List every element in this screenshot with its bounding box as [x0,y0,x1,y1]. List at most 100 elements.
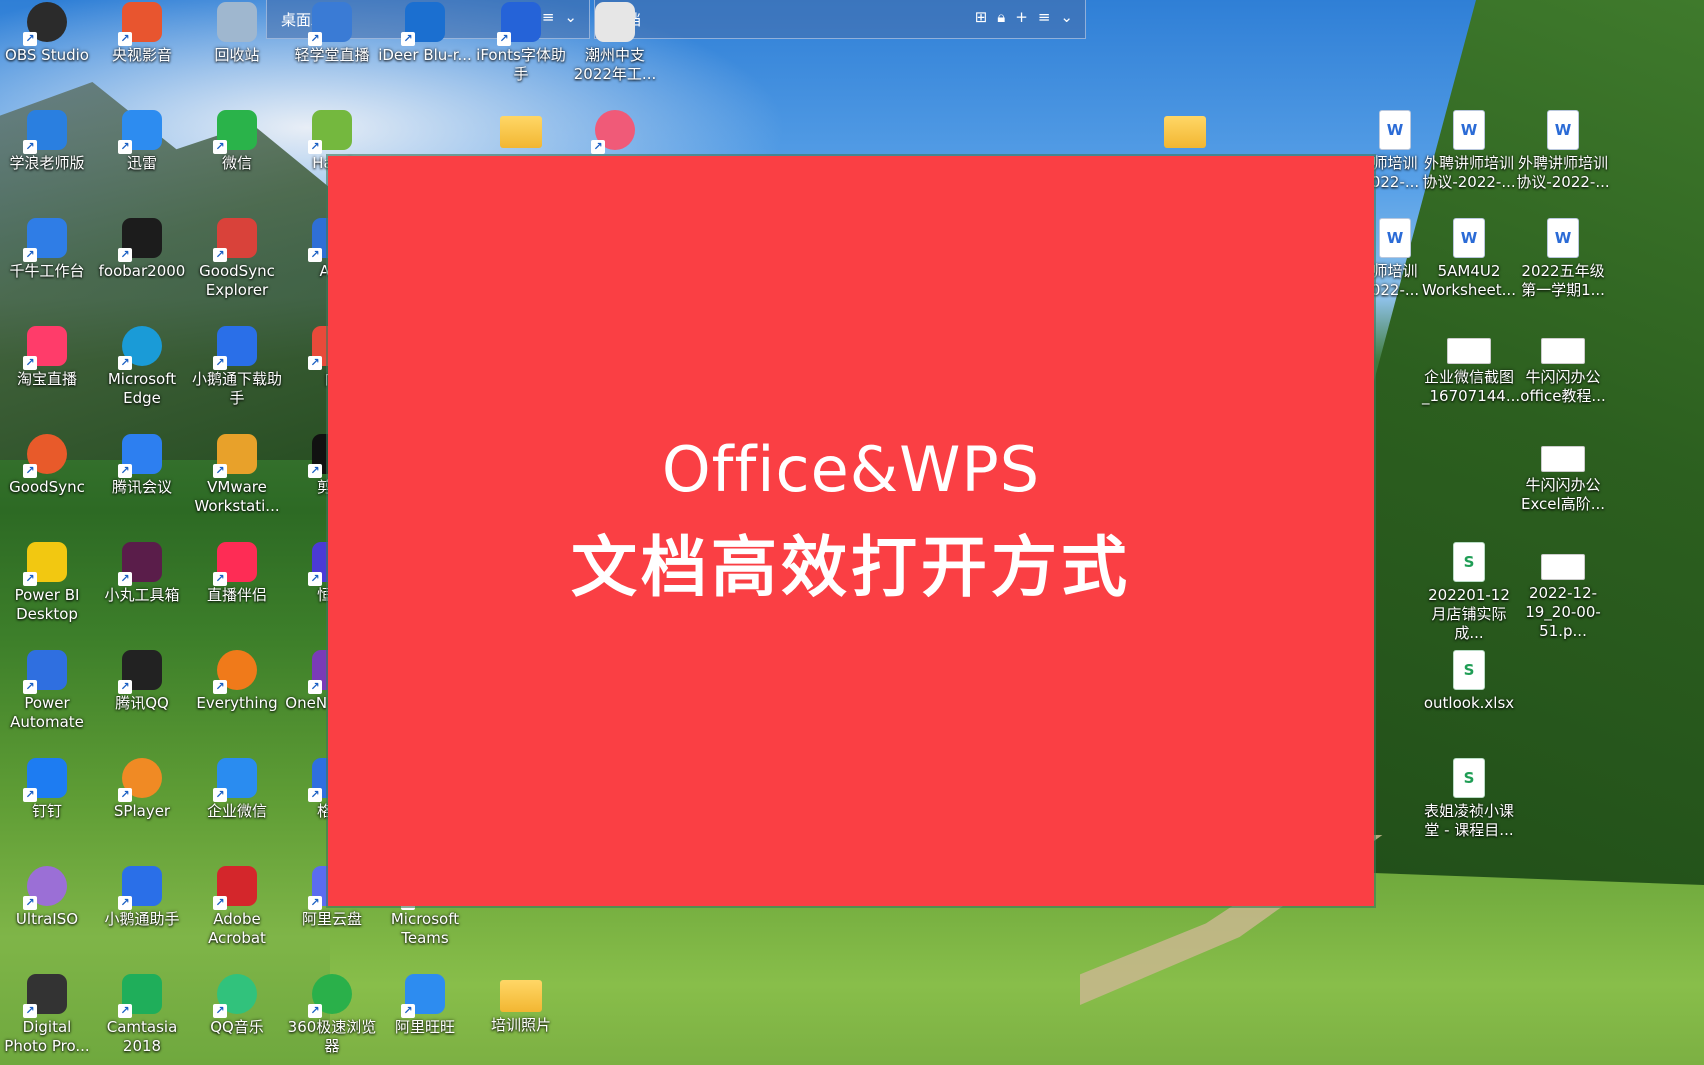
desktop-icon[interactable]: ↗ 小丸工具箱 [95,542,189,605]
desktop-icon-label: 千牛工作台 [9,262,85,280]
desktop-icon[interactable]: 培训照片 [474,974,568,1035]
desktop-icon-label: 外聘讲师培训协议-2022-... [1422,154,1516,191]
desktop-icon[interactable]: ↗ SPlayer [95,758,189,821]
desktop-icon[interactable]: ↗ 钉钉 [0,758,94,821]
desktop-icon[interactable]: ↗ OBS Studio [0,2,94,65]
goodsync-icon: ↗ [23,434,67,478]
aliwangwang-icon: ↗ [401,974,445,1018]
fence-documents[interactable]: 文档 ⊞ 🔒︎ + ≡ ⌄ [594,0,1086,39]
desktop-icon-label: VMware Workstati... [194,478,280,515]
desktop-icon[interactable]: ↗ 360极速浏览器 [285,974,379,1056]
desktop-icon-label: Microsoft Edge [107,370,177,407]
shortcut-arrow-icon: ↗ [118,356,132,370]
desktop-icon[interactable]: ↗ Digital Photo Pro... [0,974,94,1056]
shortcut-arrow-icon: ↗ [23,248,37,262]
shortcut-arrow-icon: ↗ [308,1004,322,1018]
dingtalk-icon: ↗ [23,758,67,802]
word-doc-icon: W [1547,110,1579,150]
desktop-icon[interactable]: W 5AM4U2 Worksheet... [1422,218,1516,300]
image-file-icon [1541,338,1585,364]
desktop-icon[interactable]: ↗ Power BI Desktop [0,542,94,624]
chevron-down-icon[interactable]: ⌄ [1060,8,1073,26]
menu-icon[interactable]: ≡ [1038,8,1051,26]
desktop-icon[interactable]: ↗ GoodSync [0,434,94,497]
desktop-icon[interactable]: ↗ 轻学堂直播 [285,2,379,65]
power-automate-icon: ↗ [23,650,67,694]
desktop-icon[interactable]: ↗ [568,110,662,154]
desktop-icon[interactable]: 潮州中支2022年工... [568,2,662,84]
desktop-icon-label: 外聘讲师培训协议-2022-... [1516,154,1610,191]
ultraiso-icon: ↗ [23,866,67,910]
desktop-icon[interactable]: ↗ Adobe Acrobat [190,866,284,948]
desktop-icon[interactable]: ↗ iDeer Blu-r... [378,2,472,65]
desktop-icon-label: GoodSync Explorer [199,262,275,299]
desktop-icon[interactable]: S 202201-12月店铺实际成... [1422,542,1516,643]
desktop-icon[interactable]: ↗ 小鹅通下载助手 [190,326,284,408]
shortcut-arrow-icon: ↗ [118,788,132,802]
word-doc-icon: W [1547,218,1579,258]
fence-controls[interactable]: ⊞ 🔒︎ + ≡ ⌄ [975,8,1073,26]
desktop-icon[interactable]: ↗ 央视影音 [95,2,189,65]
desktop-icon[interactable]: Soutlook.xlsx [1422,650,1516,713]
desktop-icon[interactable]: ↗ 淘宝直播 [0,326,94,389]
shortcut-arrow-icon: ↗ [213,248,227,262]
desktop-icon[interactable]: 2022-12-19_20-00-51.p... [1516,542,1610,641]
desktop-icon[interactable]: ↗ Microsoft Edge [95,326,189,408]
desktop-icon[interactable]: ↗ 企业微信 [190,758,284,821]
desktop-icon[interactable]: ↗ UltraISO [0,866,94,929]
plus-icon[interactable]: + [1015,8,1028,26]
desktop-icon[interactable]: W 2022五年级第一学期1... [1516,218,1610,300]
shortcut-arrow-icon: ↗ [213,788,227,802]
desktop-icon[interactable]: ↗ Everything [190,650,284,713]
grid-icon[interactable]: ⊞ [975,8,988,26]
desktop-icon-label: 5AM4U2 Worksheet... [1422,262,1516,299]
desktop-icon[interactable]: 回收站 [190,2,284,65]
desktop-icon[interactable]: ↗ 直播伴侣 [190,542,284,605]
qq-icon: ↗ [118,650,162,694]
acrobat-icon: ↗ [213,866,257,910]
desktop-icon[interactable]: 企业微信截图_16707144... [1422,326,1520,406]
desktop-icon-label: Microsoft Teams [390,910,460,947]
goodsync-explorer-icon: ↗ [213,218,257,262]
shortcut-arrow-icon: ↗ [118,1004,132,1018]
desktop-icon[interactable]: 牛闪闪办公office教程... [1516,326,1610,406]
desktop-icon[interactable]: ↗ Camtasia 2018 [95,974,189,1056]
desktop-icon-label: 腾讯QQ [115,694,169,712]
word-doc-icon: W [1453,110,1485,150]
desktop-icon[interactable]: ↗ 千牛工作台 [0,218,94,281]
desktop-icon[interactable]: ↗ VMware Workstati... [190,434,284,516]
desktop-icon[interactable]: ↗ 腾讯会议 [95,434,189,497]
desktop-icon-label: foobar2000 [98,262,186,280]
desktop-icon[interactable]: ↗ iFonts字体助手 [474,2,568,84]
desktop-icon[interactable]: ↗ foobar2000 [95,218,189,281]
foobar-icon: ↗ [118,218,162,262]
desktop-icon[interactable]: 牛闪闪办公Excel高阶... [1516,434,1610,514]
desktop-icon[interactable]: ↗ 微信 [190,110,284,173]
desktop-icon-label: 阿里云盘 [301,910,362,928]
desktop-icon[interactable]: ↗ QQ音乐 [190,974,284,1037]
desktop-icon[interactable]: S 表姐凌祯小课堂 - 课程目... [1422,758,1516,840]
desktop-icon[interactable]: W 外聘讲师培训协议-2022-... [1422,110,1516,192]
desktop-icon[interactable]: ↗ 迅雷 [95,110,189,173]
desktop-icon[interactable]: ↗ 小鹅通助手 [95,866,189,929]
desktop-icon-label: Adobe Acrobat [208,910,266,947]
lock-icon[interactable]: 🔒︎ [997,8,1005,26]
desktop-icon[interactable]: ↗ Power Automate [0,650,94,732]
desktop-icon[interactable]: W 外聘讲师培训协议-2022-... [1516,110,1610,192]
qq-music-icon: ↗ [213,974,257,1018]
desktop-icon-label: QQ音乐 [210,1018,264,1036]
desktop-icon[interactable]: ↗ GoodSync Explorer [190,218,284,300]
desktop-icon[interactable]: ↗ 学浪老师版 [0,110,94,173]
shortcut-arrow-icon: ↗ [118,680,132,694]
desktop-icon[interactable]: ↗ 阿里旺旺 [378,974,472,1037]
desktop-icon[interactable]: ↗ 腾讯QQ [95,650,189,713]
cctv-icon: ↗ [118,2,162,46]
desktop-icon[interactable] [1138,110,1232,152]
desktop-icon[interactable] [474,110,568,152]
shortcut-arrow-icon: ↗ [23,572,37,586]
shortcut-arrow-icon: ↗ [308,572,322,586]
itunes-icon: ↗ [591,110,635,154]
shortcut-arrow-icon: ↗ [213,680,227,694]
desktop-icon-label: 360极速浏览器 [287,1018,377,1055]
shortcut-arrow-icon: ↗ [118,140,132,154]
